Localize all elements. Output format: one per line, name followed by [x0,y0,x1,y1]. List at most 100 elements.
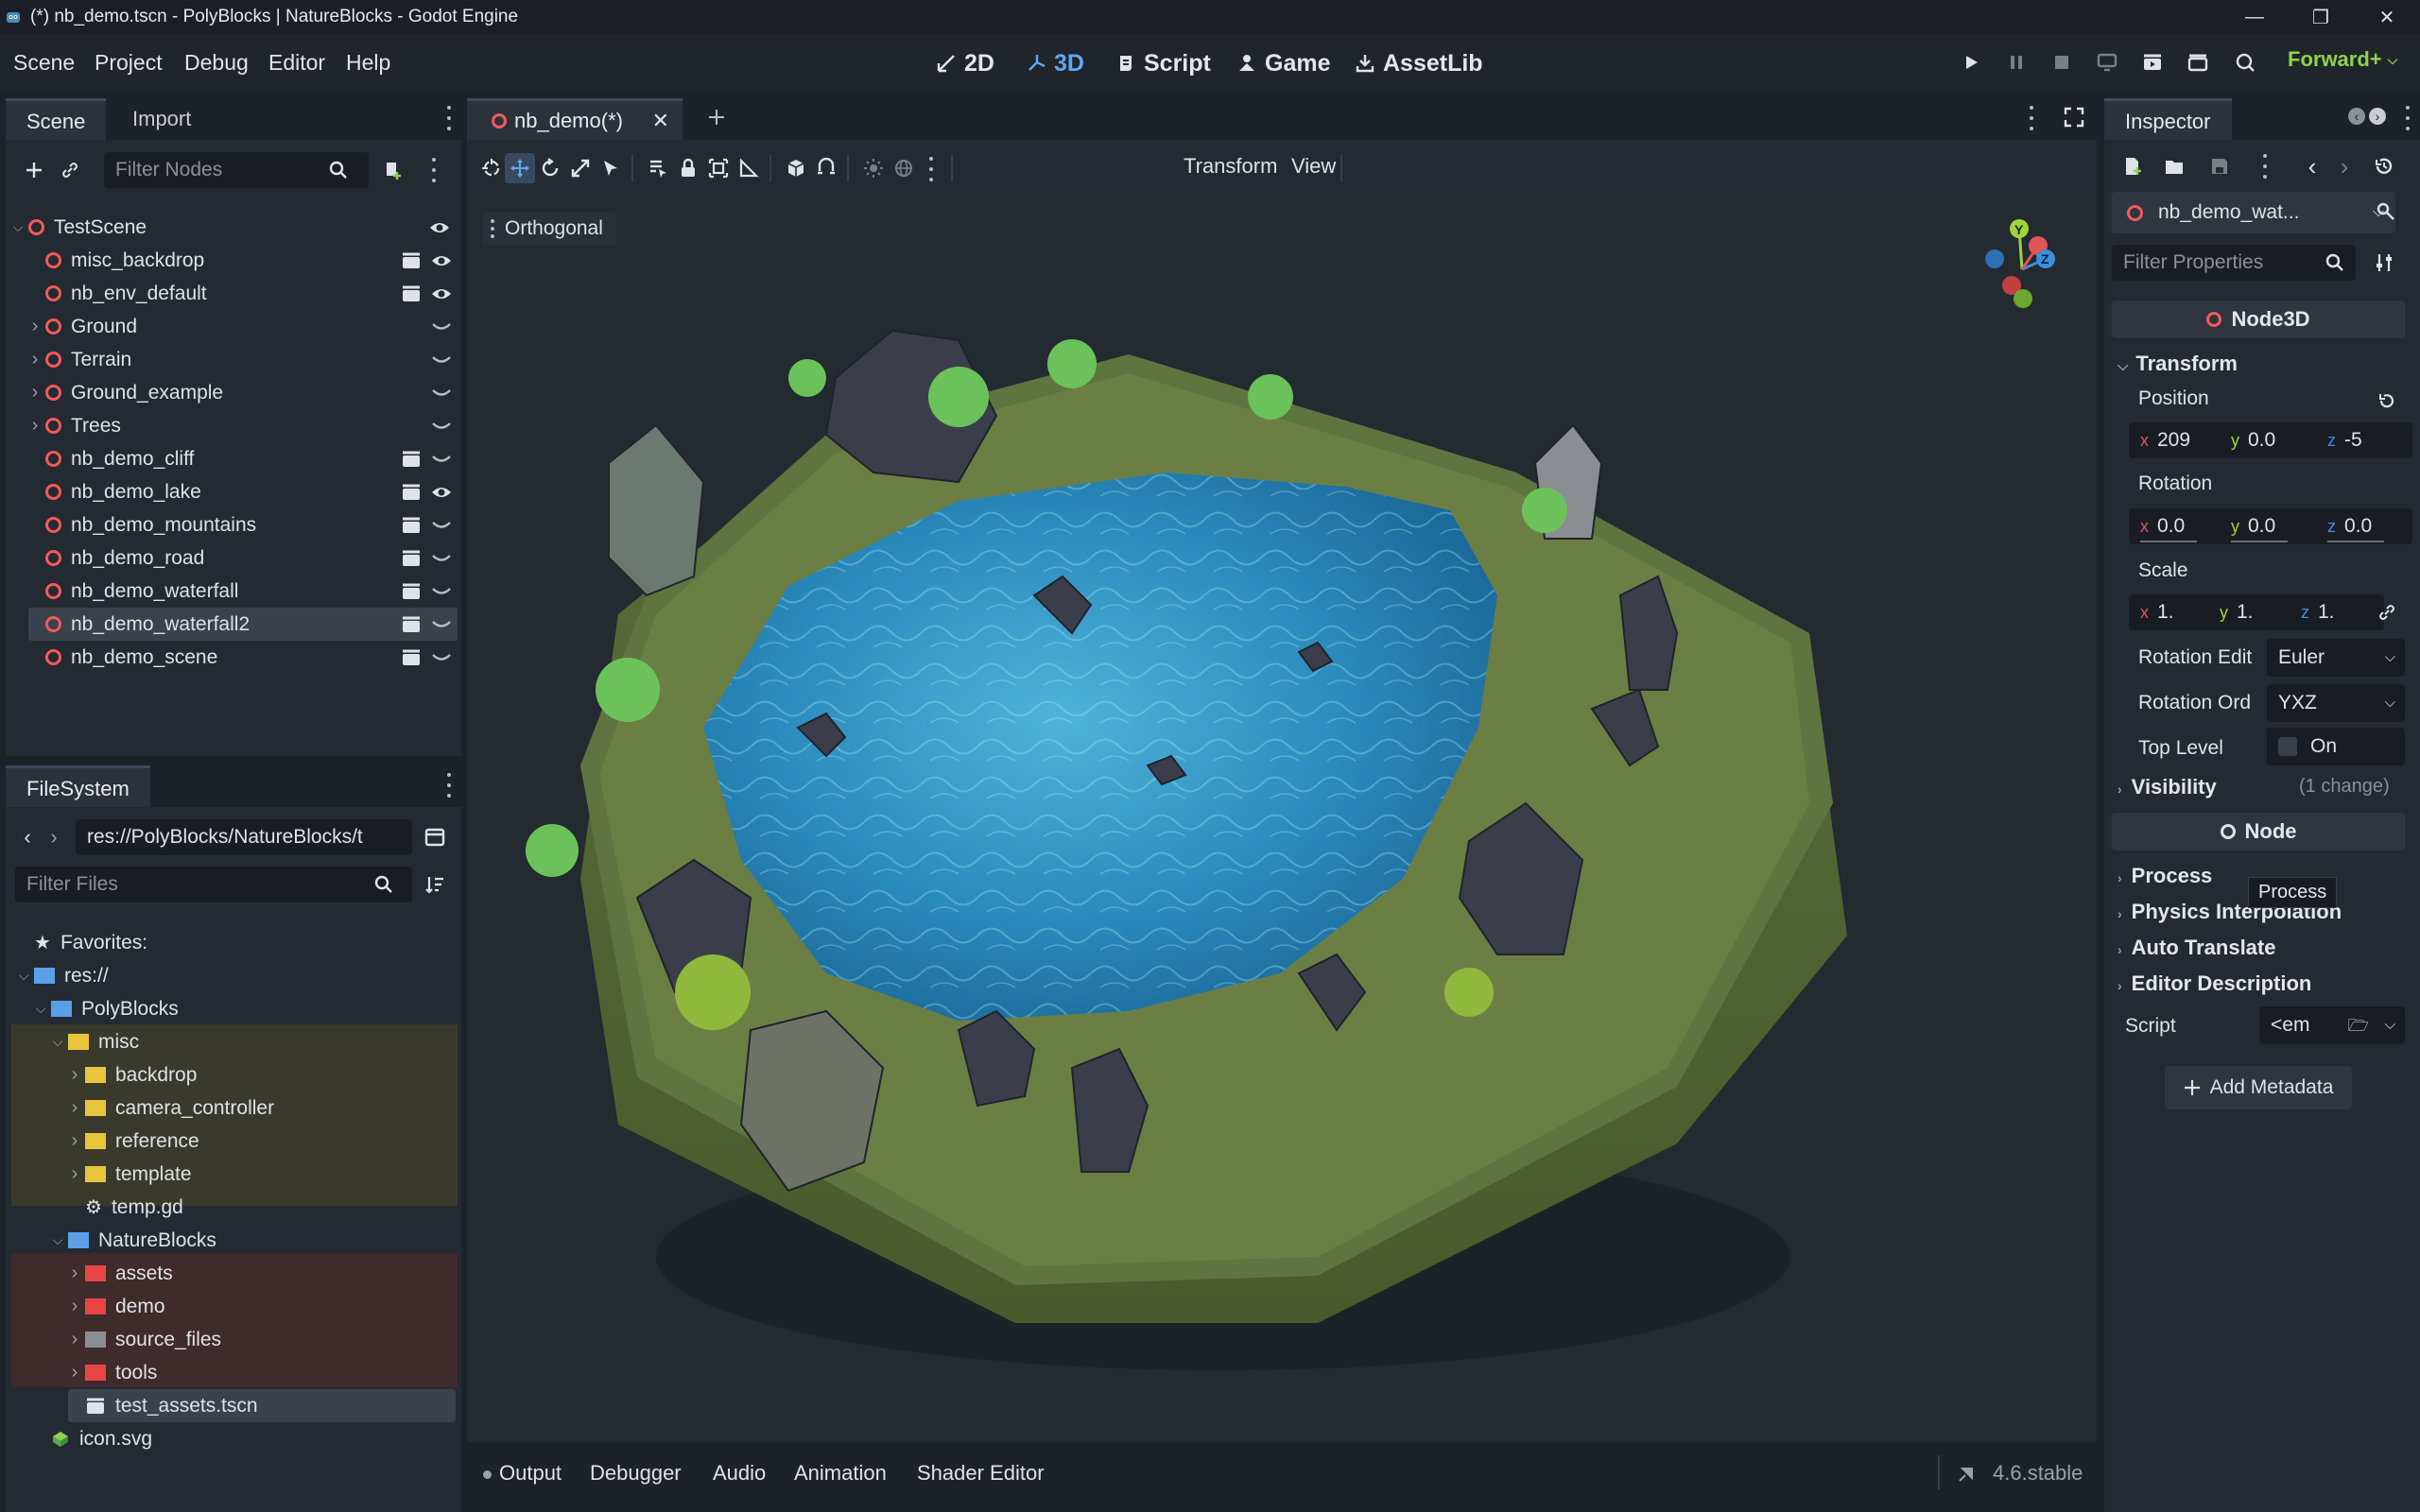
transform-menu[interactable]: Transform [1184,154,1277,179]
pause-button[interactable] [2002,48,2031,77]
visibility-hidden-icon[interactable] [431,647,452,668]
filter-properties-input[interactable]: Filter Properties [2112,245,2356,281]
snap-button[interactable] [811,153,841,183]
rotation-y-slider[interactable] [2231,541,2288,542]
group-button[interactable] [703,153,734,183]
instance-scene-icon[interactable] [401,614,422,635]
visibility-hidden-icon[interactable] [431,350,452,370]
visibility-eye-icon[interactable] [431,250,452,271]
menu-editor[interactable]: Editor [268,34,325,91]
folder-item[interactable]: › reference [68,1125,512,1158]
workspace-2d-button[interactable]: 2D [936,47,994,79]
tree-item[interactable]: nb_demo_cliff [28,442,458,475]
scale-x-field[interactable]: x 1. [2140,594,2174,630]
chevron-right-icon[interactable]: › [68,1263,81,1284]
folder-misc[interactable]: ⌵ misc [51,1025,495,1058]
run-current-scene-button[interactable] [2138,48,2167,77]
rotate-mode-button[interactable] [535,153,565,183]
attach-script-button[interactable] [378,155,408,185]
file-icon-svg[interactable]: icon.svg [34,1422,478,1455]
tab-audio[interactable]: Audio [713,1461,766,1486]
rotation-x-slider[interactable] [2140,541,2197,542]
run-specific-scene-button[interactable] [2184,48,2212,77]
history-back-button[interactable]: ‹ [2297,151,2327,181]
tab-output[interactable]: Output [499,1461,562,1486]
transform-section[interactable]: ⌵ Transform [2118,352,2238,376]
file-test-assets[interactable]: test_assets.tscn [68,1389,456,1422]
visibility-eye-icon[interactable] [431,482,452,503]
path-field[interactable]: res://PolyBlocks/NatureBlocks/t [76,819,412,855]
new-scene-tab-button[interactable] [701,102,732,132]
tree-item[interactable]: nb_demo_lake [28,475,458,508]
node3d-class-header[interactable]: Node3D [2112,301,2405,338]
tree-item[interactable]: nb_demo_scene [28,641,458,674]
select-mode-button[interactable] [596,153,626,183]
rotation-x-field[interactable]: x 0.0 [2140,508,2185,544]
chevron-right-icon[interactable]: › [68,1130,81,1152]
sort-button[interactable] [420,869,450,900]
file-temp-gd[interactable]: ⚙ temp.gd [68,1191,512,1224]
visibility-eye-icon[interactable] [431,284,452,304]
add-metadata-button[interactable]: Add Metadata [2165,1066,2352,1109]
dock-right-icon[interactable]: › [2369,108,2386,125]
property-options-button[interactable] [2369,248,2399,278]
workspace-assetlib-button[interactable]: AssetLib [1355,47,1483,79]
link-icon[interactable] [2377,603,2396,622]
menu-scene[interactable]: Scene [13,34,75,91]
chevron-right-icon[interactable]: › [68,1329,81,1350]
rotation-z-field[interactable]: z 0.0 [2327,508,2372,544]
chevron-right-icon[interactable]: › [68,1097,81,1119]
visibility-hidden-icon[interactable] [431,317,452,337]
instance-scene-icon[interactable] [401,515,422,536]
tree-item[interactable]: › Ground [28,310,458,343]
tree-item[interactable]: nb_env_default [28,277,458,310]
rotation-z-slider[interactable] [2327,541,2384,542]
rotation-y-field[interactable]: y 0.0 [2231,508,2275,544]
chevron-right-icon[interactable]: › [28,316,42,337]
forward-button[interactable]: › [43,822,64,852]
run-project-button[interactable] [1957,48,1985,77]
create-resource-button[interactable] [2118,151,2148,181]
workspace-game-button[interactable]: Game [1236,47,1330,79]
visibility-hidden-icon[interactable] [431,614,452,635]
visibility-hidden-icon[interactable] [431,515,452,536]
remote-debug-button[interactable] [2093,48,2121,77]
instance-scene-icon[interactable] [401,449,422,470]
dock-left-icon[interactable]: ‹ [2348,108,2365,125]
filesystem-menu-icon[interactable] [446,773,452,798]
folder-item[interactable]: › assets [68,1257,512,1290]
revert-icon[interactable] [2377,391,2396,410]
scale-y-field[interactable]: y 1. [2220,594,2254,630]
editor-description-section[interactable]: › Editor Description [2118,971,2311,996]
auto-translate-section[interactable]: › Auto Translate [2118,936,2275,960]
menu-debug[interactable]: Debug [184,34,249,91]
move-mode-button[interactable] [505,153,535,183]
folder-res-root[interactable]: ⌵ res:// [17,959,461,992]
node-class-header[interactable]: Node [2112,813,2405,850]
toggle-split-button[interactable] [420,822,450,852]
chevron-right-icon[interactable]: › [68,1362,81,1383]
save-resource-button[interactable] [2204,151,2235,181]
scene-tabs-menu-icon[interactable] [2029,106,2034,130]
filter-files-input[interactable]: Filter Files [15,867,412,902]
menu-project[interactable]: Project [95,34,163,91]
position-x-field[interactable]: x 209 [2140,422,2190,458]
maximize-button[interactable]: ❐ [2288,0,2354,34]
history-forward-button[interactable]: › [2329,151,2360,181]
instance-scene-icon[interactable] [401,548,422,569]
update-spinner-icon[interactable] [1957,1465,1976,1484]
list-select-button[interactable] [643,153,673,183]
add-node-button[interactable] [19,155,49,185]
close-tab-icon[interactable]: ✕ [652,109,669,133]
folder-item[interactable]: › demo [68,1290,512,1323]
inspector-menu-icon[interactable] [2405,106,2411,130]
scene-tree-options-icon[interactable] [431,158,437,182]
chevron-right-icon[interactable]: › [28,349,42,370]
folder-item[interactable]: › camera_controller [68,1091,512,1125]
folder-item[interactable]: › backdrop [68,1058,512,1091]
load-resource-button[interactable] [2159,151,2189,181]
ruler-button[interactable] [734,153,764,183]
scale-mode-button[interactable] [565,153,596,183]
tab-scene[interactable]: Scene [6,98,107,140]
object-properties-button[interactable] [2371,197,2401,227]
